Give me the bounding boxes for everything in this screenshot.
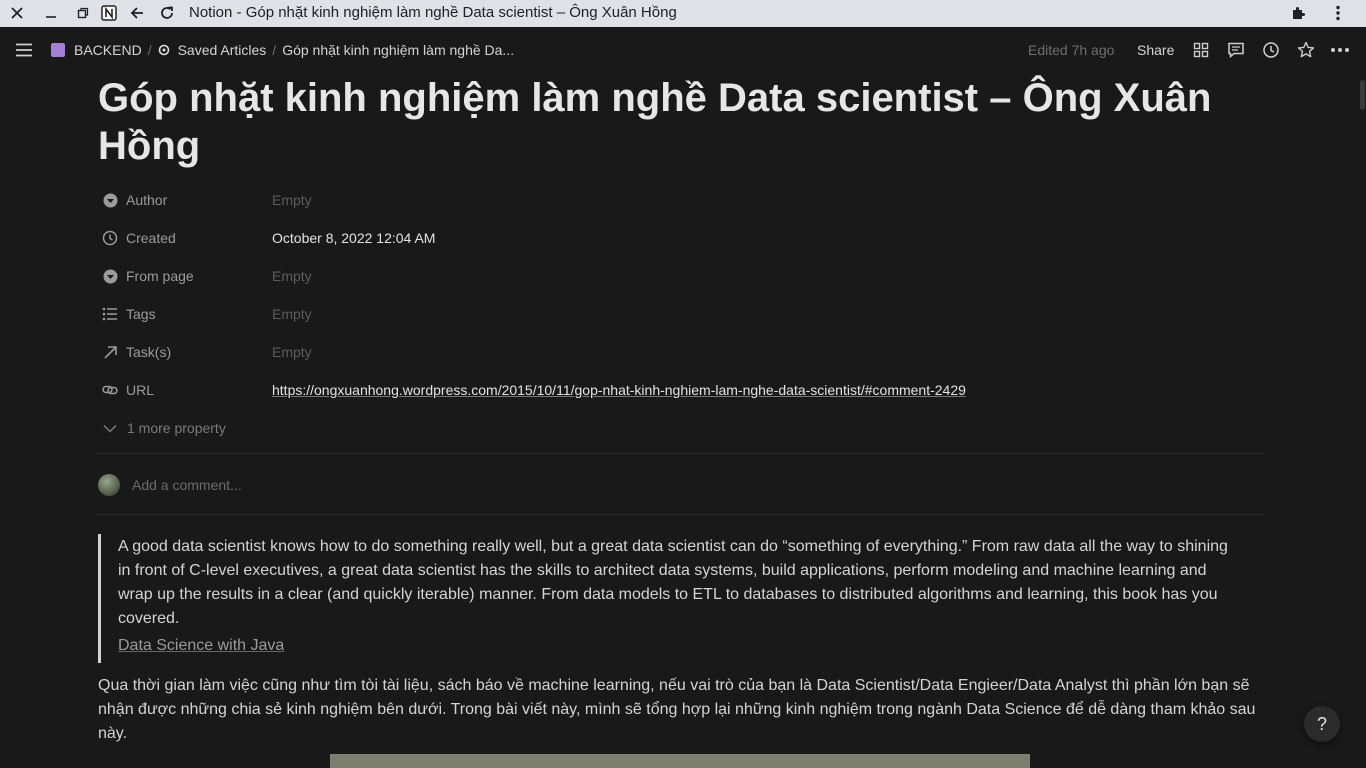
property-value[interactable]: Empty (272, 268, 312, 284)
chevron-down-icon (98, 419, 122, 437)
help-button[interactable]: ? (1304, 706, 1340, 742)
breadcrumb-separator: / (272, 41, 277, 58)
window-title: Notion - Góp nhặt kinh nghiệm làm nghề D… (189, 4, 677, 21)
saved-articles-icon (158, 44, 170, 56)
more-properties-toggle[interactable]: 1 more property (98, 413, 1268, 443)
extensions-icon[interactable] (1289, 4, 1307, 22)
breadcrumb-current-page[interactable]: Góp nhặt kinh nghiệm làm nghề Da... (282, 42, 514, 58)
scrollbar[interactable] (1358, 72, 1366, 768)
quote-text: A good data scientist knows how to do so… (118, 538, 1228, 627)
layout-grid-icon[interactable] (1190, 39, 1212, 61)
property-value[interactable]: Empty (272, 344, 312, 360)
sidebar-toggle-icon[interactable] (13, 39, 35, 61)
url-link[interactable]: https://ongxuanhong.wordpress.com/2015/1… (272, 382, 966, 398)
history-clock-icon[interactable] (1260, 39, 1282, 61)
person-icon (98, 191, 122, 209)
breadcrumb-separator: / (147, 41, 152, 58)
person-icon (98, 267, 122, 285)
property-name: Author (126, 192, 168, 208)
window-title-bar: Notion - Góp nhặt kinh nghiệm làm nghề D… (0, 0, 1366, 27)
property-name: From page (126, 268, 194, 284)
share-button[interactable]: Share (1137, 27, 1174, 72)
list-icon (98, 305, 122, 323)
notion-topbar: BACKEND / Saved Articles / Góp nhặt kinh… (0, 27, 1366, 72)
property-value[interactable]: Empty (272, 306, 312, 322)
property-value: October 8, 2022 12:04 AM (272, 230, 436, 246)
reload-icon[interactable] (158, 4, 176, 22)
notion-logo-icon (100, 4, 118, 22)
clock-icon (98, 229, 122, 247)
embedded-image (330, 754, 1030, 768)
comments-icon[interactable] (1225, 39, 1247, 61)
close-icon[interactable] (8, 4, 26, 22)
divider (96, 514, 1264, 515)
property-tasks[interactable]: Task(s) Empty (98, 337, 1268, 367)
back-icon[interactable] (128, 4, 146, 22)
property-url[interactable]: URL https://ongxuanhong.wordpress.com/20… (98, 375, 1268, 405)
scrollbar-thumb[interactable] (1360, 80, 1365, 110)
divider (96, 453, 1264, 454)
property-name: Tags (126, 306, 156, 322)
property-created[interactable]: Created October 8, 2022 12:04 AM (98, 223, 1268, 253)
property-from-page[interactable]: From page Empty (98, 261, 1268, 291)
property-name: URL (126, 382, 155, 398)
workspace-icon (51, 42, 65, 57)
property-tags[interactable]: Tags Empty (98, 299, 1268, 329)
restore-icon[interactable] (74, 4, 92, 22)
quote-source-link[interactable]: Data Science with Java (118, 637, 284, 655)
add-comment[interactable]: Add a comment... (98, 472, 242, 498)
edited-status: Edited 7h ago (1028, 41, 1115, 58)
property-value[interactable]: Empty (272, 192, 312, 208)
favorite-star-icon[interactable] (1295, 39, 1317, 61)
comment-input[interactable]: Add a comment... (132, 477, 242, 493)
more-properties-label: 1 more property (127, 420, 226, 436)
arrow-up-right-icon (98, 343, 122, 361)
breadcrumb-saved-articles[interactable]: Saved Articles (178, 42, 267, 58)
avatar (98, 474, 120, 496)
breadcrumb-backend[interactable]: BACKEND (74, 42, 142, 58)
link-icon (98, 381, 122, 399)
page-title[interactable]: Góp nhặt kinh nghiệm làm nghề Data scien… (98, 74, 1218, 170)
property-name: Task(s) (126, 344, 172, 360)
more-options-icon[interactable] (1329, 39, 1351, 61)
text-paragraph[interactable]: Qua thời gian làm việc cũng như tìm tòi … (98, 674, 1258, 746)
quote-block[interactable]: A good data scientist knows how to do so… (98, 534, 1251, 663)
property-author[interactable]: Author Empty (98, 185, 1268, 215)
breadcrumb: BACKEND / Saved Articles / Góp nhặt kinh… (51, 27, 514, 72)
property-name: Created (126, 230, 176, 246)
minimize-icon[interactable] (42, 4, 60, 22)
more-vert-icon[interactable] (1329, 4, 1347, 22)
